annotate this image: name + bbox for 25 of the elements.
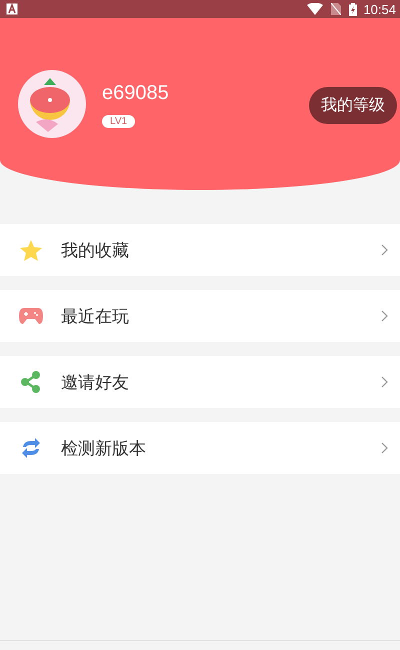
no-sim-icon <box>331 3 342 15</box>
battery-icon <box>349 2 358 16</box>
level-badge: LV1 <box>102 114 136 128</box>
chevron-right-icon <box>381 244 388 256</box>
menu-label: 我的收藏 <box>61 240 130 262</box>
menu-label: 最近在玩 <box>61 306 130 328</box>
chevron-right-icon <box>381 310 388 322</box>
username: e69085 <box>102 80 169 104</box>
menu-item[interactable]: 检测新版本 <box>0 422 400 474</box>
menu-label: 邀请好友 <box>61 372 130 394</box>
menu-item[interactable]: 最近在玩 <box>0 290 400 342</box>
status-time: 10:54 <box>363 2 396 16</box>
gamepad-icon <box>18 308 42 324</box>
menu-item[interactable]: 我的收藏 <box>0 224 400 276</box>
menu-item[interactable]: 邀请好友 <box>0 356 400 408</box>
refresh-icon <box>20 438 40 458</box>
notification-icon <box>6 3 18 15</box>
star-icon <box>20 240 42 260</box>
wifi-icon <box>307 3 324 15</box>
avatar <box>18 70 86 138</box>
chevron-right-icon <box>381 442 388 454</box>
chevron-right-icon <box>381 376 388 388</box>
share-icon <box>20 371 40 393</box>
menu-label: 检测新版本 <box>61 438 147 460</box>
my-level-button[interactable]: 我的等级 <box>309 86 397 124</box>
